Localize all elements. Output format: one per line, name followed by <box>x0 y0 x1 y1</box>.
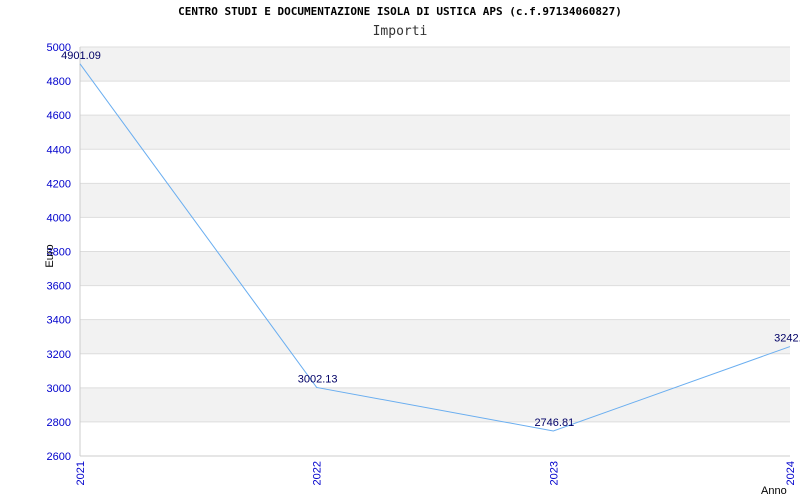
y-tick-label: 3200 <box>47 349 71 361</box>
grid-band <box>80 387 790 422</box>
line-chart: 2600280030003200340036003800400042004400… <box>44 42 800 497</box>
grid-band <box>80 115 790 150</box>
data-label: 2746.81 <box>534 417 574 429</box>
data-label: 3002.13 <box>298 373 338 385</box>
x-tick-label: 2021 <box>75 461 87 485</box>
data-label: 3242.3 <box>774 333 800 345</box>
data-label: 4901.09 <box>61 50 101 62</box>
x-tick-label: 2023 <box>548 461 560 485</box>
grid-band <box>80 183 790 218</box>
y-tick-label: 3400 <box>47 315 71 327</box>
x-tick-labels: 2021 2022 2023 2024 <box>75 461 797 485</box>
data-labels: 4901.09 3002.13 2746.81 3242.3 <box>61 50 800 429</box>
y-tick-label: 4000 <box>47 212 71 224</box>
y-tick-label: 2600 <box>47 451 71 463</box>
y-tick-label: 4800 <box>47 76 71 88</box>
background-bands <box>80 47 790 422</box>
grid-band <box>80 319 790 354</box>
grid-band <box>80 251 790 286</box>
x-tick-label: 2024 <box>785 461 797 485</box>
y-tick-label: 2800 <box>47 417 71 429</box>
y-tick-label: 3000 <box>47 383 71 395</box>
y-axis-title: Euro <box>44 244 56 267</box>
y-tick-label: 3600 <box>47 281 71 293</box>
y-tick-label: 4400 <box>47 144 71 156</box>
x-axis-title: Anno <box>761 485 787 497</box>
y-tick-label: 4200 <box>47 178 71 190</box>
grid-band <box>80 47 790 82</box>
y-tick-label: 4600 <box>47 110 71 122</box>
x-tick-label: 2022 <box>312 461 324 485</box>
